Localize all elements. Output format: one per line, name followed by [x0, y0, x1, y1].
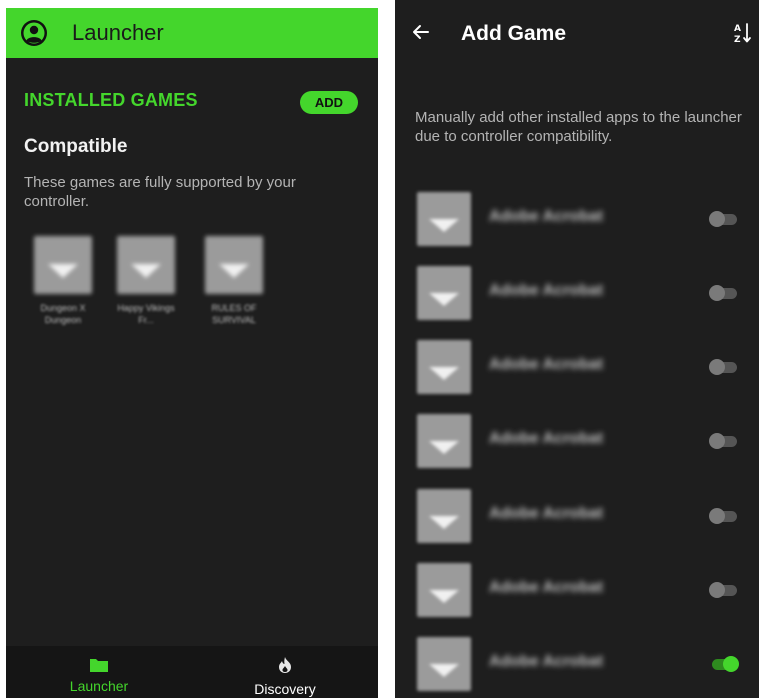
app-row[interactable]: Adobe Acrobat: [395, 266, 759, 340]
app-row[interactable]: Adobe Acrobat: [395, 414, 759, 488]
page-title: Launcher: [72, 20, 164, 45]
add-game-screen: Add Game A Z Manually add other installe…: [395, 0, 759, 698]
app-name: Adobe Acrobat: [489, 505, 604, 522]
game-tile[interactable]: Dungeon X Dungeon: [28, 234, 98, 339]
compatible-description: These games are fully supported by your …: [24, 174, 296, 210]
app-name: Adobe Acrobat: [489, 282, 604, 299]
app-name: Adobe Acrobat: [489, 579, 604, 596]
add-game-button[interactable]: ADD: [300, 91, 358, 114]
nav-label-discovery: Discovery: [254, 681, 316, 697]
nav-label-launcher: Launcher: [69, 678, 129, 694]
game-tile[interactable]: RULES OF SURVIVAL: [199, 234, 269, 339]
app-icon: [417, 637, 471, 691]
app-toggle[interactable]: [709, 507, 739, 525]
app-row[interactable]: Adobe Acrobat: [395, 563, 759, 637]
nav-item-launcher[interactable]: Launcher: [6, 646, 192, 698]
games-grid: Dungeon X Dungeon Happy Vikings Fr... RU…: [28, 234, 308, 344]
compatible-heading: Compatible: [24, 136, 128, 157]
sort-alpha-icon[interactable]: A Z: [733, 22, 753, 45]
game-thumbnail: [117, 236, 175, 294]
svg-text:A: A: [734, 24, 741, 34]
add-game-title: Add Game: [461, 22, 567, 45]
svg-text:Z: Z: [734, 35, 741, 44]
app-icon: [417, 192, 471, 246]
app-toggle[interactable]: [709, 581, 739, 599]
installed-games-heading: INSTALLED GAMES: [24, 90, 198, 110]
app-icon: [417, 266, 471, 320]
fire-icon: [275, 656, 295, 674]
app-icon: [417, 414, 471, 468]
app-row[interactable]: Adobe Acrobat: [395, 340, 759, 414]
add-game-description: Manually add other installed apps to the…: [415, 109, 742, 145]
app-icon: [417, 340, 471, 394]
account-circle-icon[interactable]: [20, 19, 48, 47]
launcher-header: Launcher: [6, 8, 378, 58]
app-name: Adobe Acrobat: [489, 653, 604, 670]
app-row[interactable]: Adobe Acrobat: [395, 637, 759, 698]
nav-item-discovery[interactable]: Discovery: [192, 646, 378, 698]
app-row[interactable]: Adobe Acrobat: [395, 489, 759, 563]
app-toggle[interactable]: [709, 655, 739, 673]
app-toggle[interactable]: [709, 210, 739, 228]
game-thumbnail: [34, 236, 92, 294]
app-toggle[interactable]: [709, 358, 739, 376]
bottom-navigation: Launcher Discovery: [6, 646, 378, 698]
launcher-screen: Launcher INSTALLED GAMES ADD Compatible …: [6, 8, 378, 698]
game-tile[interactable]: Happy Vikings Fr...: [111, 234, 181, 339]
app-toggle[interactable]: [709, 284, 739, 302]
game-thumbnail: [205, 236, 263, 294]
game-name: Dungeon X Dungeon: [40, 303, 86, 325]
app-row[interactable]: Adobe Acrobat: [395, 192, 759, 266]
game-name: Happy Vikings Fr...: [117, 303, 175, 325]
page: Launcher INSTALLED GAMES ADD Compatible …: [0, 0, 759, 698]
folder-icon: [89, 656, 109, 674]
arrow-back-icon[interactable]: [411, 22, 431, 42]
game-name: RULES OF SURVIVAL: [211, 303, 257, 325]
app-name: Adobe Acrobat: [489, 208, 604, 225]
app-icon: [417, 489, 471, 543]
app-name: Adobe Acrobat: [489, 356, 604, 373]
app-name: Adobe Acrobat: [489, 430, 604, 447]
app-icon: [417, 563, 471, 617]
app-toggle[interactable]: [709, 432, 739, 450]
